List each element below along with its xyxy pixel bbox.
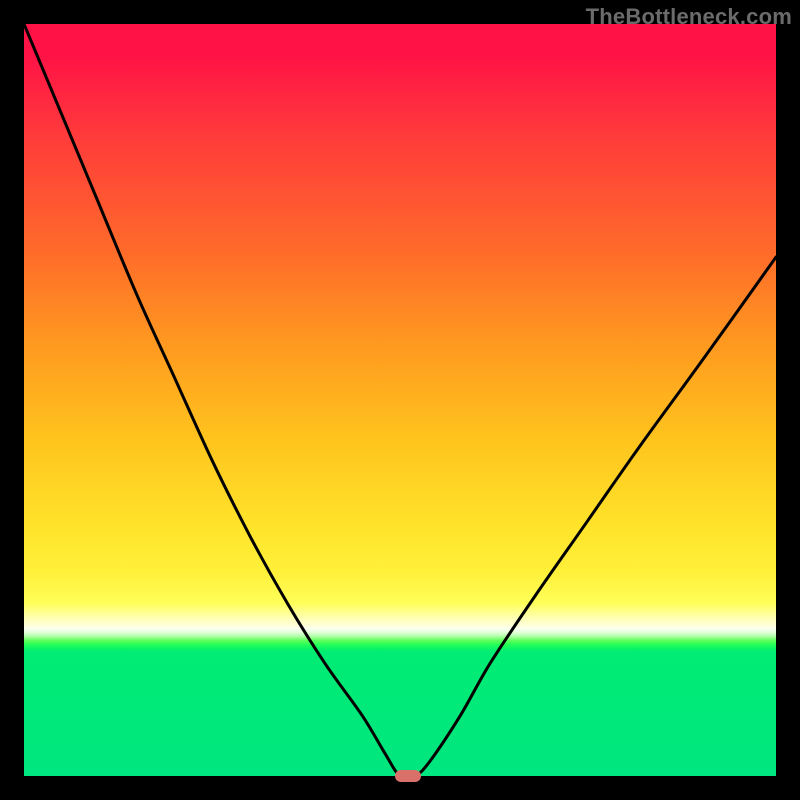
chart-frame: TheBottleneck.com: [0, 0, 800, 800]
watermark-text: TheBottleneck.com: [586, 4, 792, 30]
bottleneck-curve: [24, 24, 776, 776]
plot-area: [24, 24, 776, 776]
minimum-marker: [395, 770, 421, 782]
